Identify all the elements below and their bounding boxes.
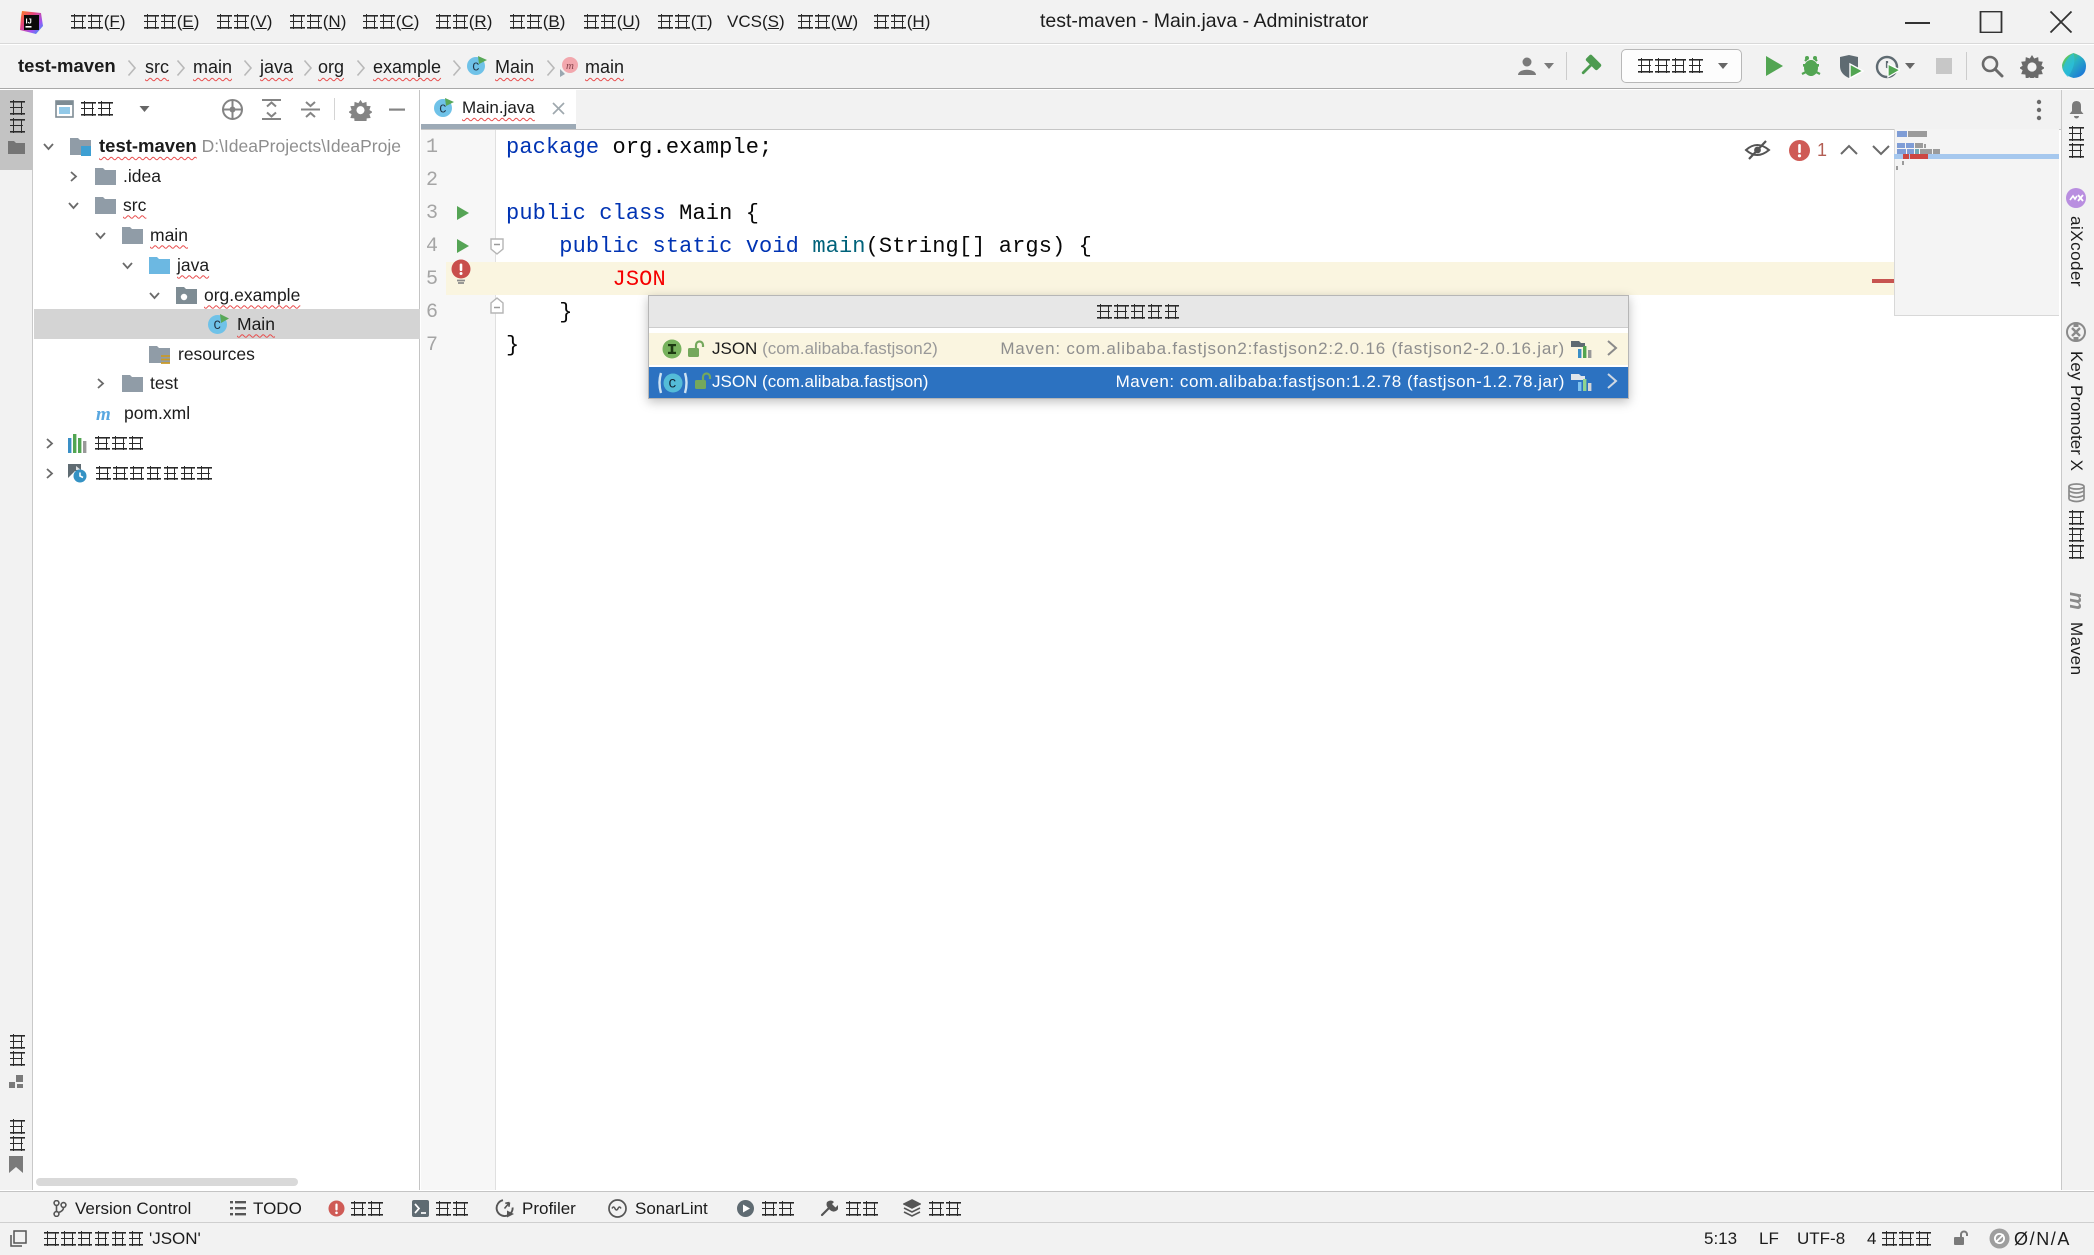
svg-text:C: C — [439, 103, 446, 117]
svg-text:C: C — [472, 61, 479, 75]
svg-text:C: C — [214, 319, 222, 333]
svg-text:m: m — [566, 60, 574, 72]
svg-text:C: C — [669, 377, 677, 392]
svg-text:IJ: IJ — [26, 17, 32, 26]
svg-text:m: m — [96, 404, 111, 422]
